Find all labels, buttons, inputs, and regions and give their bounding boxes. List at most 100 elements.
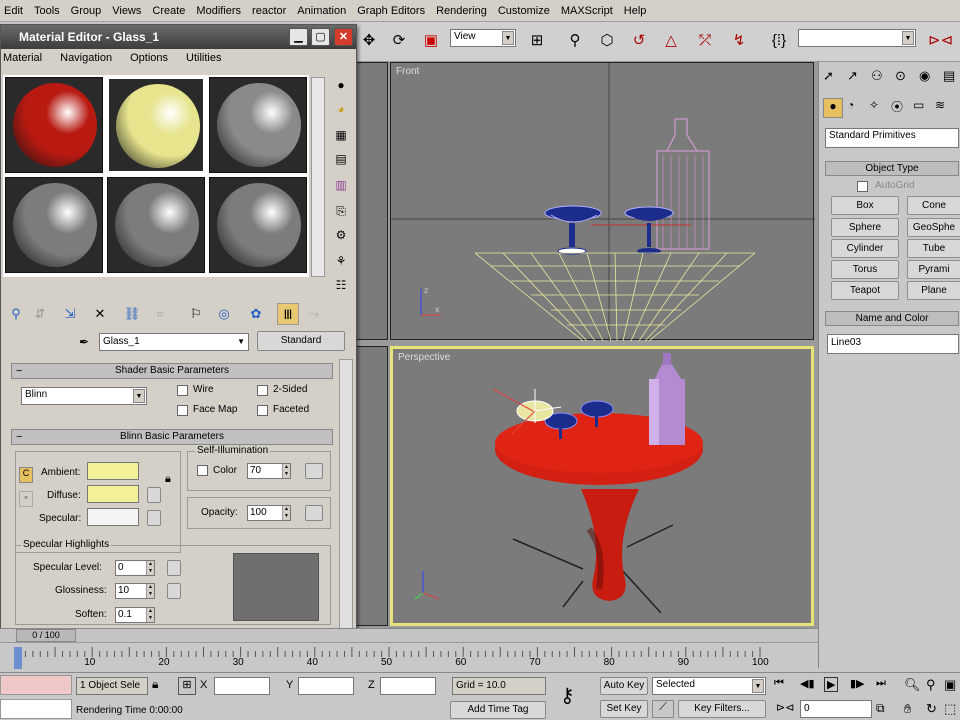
diffuse-map-button[interactable]: [147, 487, 161, 503]
angle-snap-icon[interactable]: ↺: [628, 30, 650, 52]
reference-coordinate-dropdown[interactable]: View ▼: [450, 29, 516, 47]
play-icon[interactable]: ▶: [824, 677, 839, 692]
make-preview-icon[interactable]: ⎘: [331, 201, 351, 221]
show-map-icon[interactable]: ◎: [213, 303, 235, 325]
menu-views[interactable]: Views: [112, 5, 141, 17]
menu-rendering[interactable]: Rendering: [436, 5, 487, 17]
faceted-checkbox[interactable]: [257, 405, 268, 416]
plane-button[interactable]: Plane: [907, 281, 960, 300]
face-map-checkbox[interactable]: [177, 405, 188, 416]
shapes-icon[interactable]: ◔: [847, 98, 865, 118]
ambient-color-swatch[interactable]: [87, 462, 139, 480]
video-color-icon[interactable]: ▥: [331, 175, 351, 195]
options-icon[interactable]: ⚙: [331, 225, 351, 245]
next-frame-icon[interactable]: ▮▶: [850, 677, 865, 690]
slots-scrollbar[interactable]: [311, 77, 325, 277]
rotate-icon[interactable]: ⟳: [388, 30, 410, 52]
display-tab-icon[interactable]: ◉: [919, 68, 941, 88]
go-to-parent-icon[interactable]: Ⅲ: [277, 303, 299, 325]
sphere-button[interactable]: Sphere: [831, 218, 899, 237]
pick-material-icon[interactable]: ✒: [73, 331, 95, 353]
pan-icon[interactable]: ✋︎: [904, 701, 911, 717]
track-bar[interactable]: 10 20 30 40 50 60 70 80 90 100: [0, 642, 818, 672]
select-link-icon[interactable]: ⚲: [564, 30, 586, 52]
go-to-end-icon[interactable]: ⏭: [876, 677, 886, 690]
material-navigator-icon[interactable]: ☷: [331, 275, 351, 295]
maximize-viewport-icon[interactable]: ⬚: [944, 701, 956, 717]
scale-icon[interactable]: ▣: [420, 30, 442, 52]
time-slider-thumb[interactable]: 0 / 100: [16, 629, 76, 642]
menu-options[interactable]: Options: [130, 49, 168, 67]
sample-slot-1[interactable]: [5, 77, 103, 173]
key-mode-dropdown[interactable]: Selected ▼: [652, 677, 766, 695]
glossiness-spinner[interactable]: 10 ▲ ▼: [115, 583, 155, 599]
menu-create[interactable]: Create: [152, 5, 185, 17]
glossiness-map-button[interactable]: [167, 583, 181, 599]
select-by-material-icon[interactable]: ⚘: [331, 251, 351, 271]
named-selection-icon[interactable]: {⁞}: [768, 30, 790, 52]
geosphere-button[interactable]: GeoSphe: [907, 218, 960, 237]
menu-help[interactable]: Help: [624, 5, 647, 17]
blinn-basic-parameters-rollout[interactable]: − Blinn Basic Parameters: [11, 429, 333, 445]
show-end-result-icon[interactable]: ✿: [245, 303, 267, 325]
key-mode-toggle-icon[interactable]: ⊳⊲: [776, 701, 794, 714]
key-filters-button[interactable]: Key Filters...: [678, 700, 766, 718]
menu-group[interactable]: Group: [71, 5, 102, 17]
close-button[interactable]: ✕: [334, 28, 353, 46]
menu-material[interactable]: Material: [3, 49, 42, 67]
zoom-extents-icon[interactable]: ▣: [944, 677, 956, 693]
set-key-button[interactable]: Set Key: [600, 700, 648, 718]
box-button[interactable]: Box: [831, 196, 899, 215]
pyramid-button[interactable]: Pyrami: [907, 260, 960, 279]
move-icon[interactable]: ✥: [358, 30, 380, 52]
cameras-icon[interactable]: ⦿: [891, 98, 909, 118]
diffuse-color-swatch[interactable]: [87, 485, 139, 503]
lock-diffuse-specular-icon[interactable]: ▫: [19, 491, 33, 507]
snap-icon[interactable]: ⬡: [596, 30, 618, 52]
menu-maxscript[interactable]: MAXScript: [561, 5, 613, 17]
assign-material-icon[interactable]: ⇲: [59, 303, 81, 325]
menu-animation[interactable]: Animation: [297, 5, 346, 17]
rollout-scrollbar[interactable]: [339, 359, 353, 629]
menu-modifiers[interactable]: Modifiers: [196, 5, 241, 17]
material-type-button[interactable]: Standard: [257, 331, 345, 351]
hierarchy-tab-icon[interactable]: ⚇: [871, 68, 893, 88]
cone-button[interactable]: Cone: [907, 196, 960, 215]
z-coordinate-field[interactable]: [380, 677, 436, 695]
wire-checkbox[interactable]: [177, 385, 188, 396]
make-unique-icon[interactable]: ⛓: [121, 303, 143, 325]
lock-ambient-diffuse-icon[interactable]: C: [19, 467, 33, 483]
put-to-scene-icon[interactable]: ⇵: [29, 303, 51, 325]
menu-navigation[interactable]: Navigation: [60, 49, 112, 67]
get-material-icon[interactable]: ⚲: [5, 303, 27, 325]
add-time-tag-button[interactable]: Add Time Tag: [450, 701, 546, 719]
key-tangent-icon[interactable]: ⟋: [652, 700, 674, 718]
go-to-start-icon[interactable]: ⏮: [774, 677, 784, 690]
shader-type-dropdown[interactable]: Blinn ▼: [21, 387, 147, 405]
time-configuration-icon[interactable]: ⧉: [876, 701, 885, 716]
sample-type-icon[interactable]: ●: [331, 75, 351, 95]
pivot-icon[interactable]: ⊞: [526, 30, 548, 52]
previous-frame-icon[interactable]: ◀▮: [800, 677, 815, 690]
maxscript-listener[interactable]: [0, 675, 72, 695]
spacewarps-icon[interactable]: ≋: [935, 98, 953, 118]
front-viewport[interactable]: Front z x: [390, 62, 815, 341]
sample-slot-5[interactable]: [107, 177, 205, 273]
backlight-icon[interactable]: ◕: [331, 99, 351, 119]
self-illum-color-checkbox[interactable]: [197, 465, 208, 476]
self-illum-spinner[interactable]: 70 ▲ ▼: [247, 463, 291, 479]
current-frame-field[interactable]: 0: [800, 700, 872, 718]
x-coordinate-field[interactable]: [214, 677, 270, 695]
name-and-color-rollout[interactable]: Name and Color: [825, 311, 959, 326]
self-illum-map-button[interactable]: [305, 463, 323, 479]
primitive-category-dropdown[interactable]: Standard Primitives: [825, 128, 959, 148]
y-coordinate-field[interactable]: [298, 677, 354, 695]
minimize-button[interactable]: ▁: [289, 28, 308, 46]
lights-icon[interactable]: ✧: [869, 98, 887, 118]
time-slider[interactable]: 0 / 100: [0, 628, 818, 642]
modify-tab-icon[interactable]: ↗: [847, 68, 869, 88]
helpers-icon[interactable]: ▭: [913, 98, 931, 118]
perspective-viewport[interactable]: Perspective: [390, 346, 814, 626]
specular-level-spinner[interactable]: 0 ▲ ▼: [115, 560, 155, 576]
soften-spinner[interactable]: 0.1 ▲ ▼: [115, 607, 155, 623]
